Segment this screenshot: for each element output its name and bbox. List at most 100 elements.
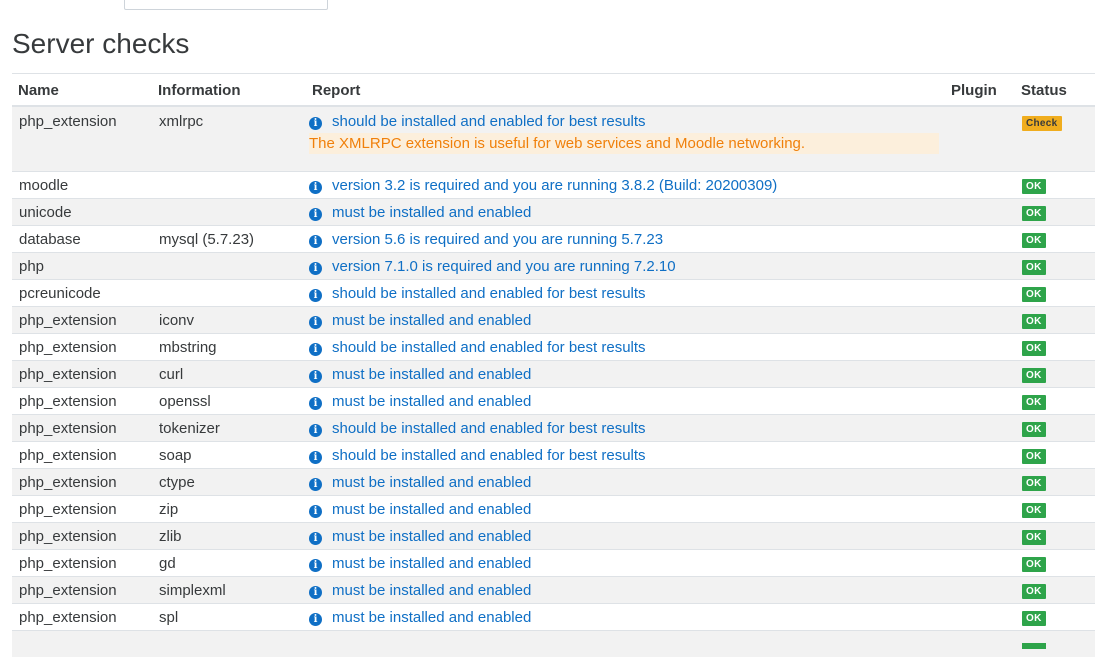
info-circle-icon[interactable]: i <box>309 289 322 302</box>
report-link[interactable]: must be installed and enabled <box>332 204 531 221</box>
cell-name: php_extension <box>12 361 152 388</box>
cell-plugin <box>945 388 1015 415</box>
info-circle-icon[interactable]: i <box>309 532 322 545</box>
cell-name: php_extension <box>12 550 152 577</box>
info-circle-icon[interactable]: i <box>309 117 322 130</box>
info-circle-icon[interactable]: i <box>309 451 322 464</box>
cell-plugin <box>945 226 1015 253</box>
status-badge: OK <box>1022 206 1046 221</box>
table-body: php_extensionxmlrpcishould be installed … <box>12 106 1095 657</box>
status-badge: OK <box>1022 260 1046 275</box>
cell-name: php_extension <box>12 442 152 469</box>
report-link[interactable]: should be installed and enabled for best… <box>332 420 646 437</box>
info-circle-icon[interactable]: i <box>309 343 322 356</box>
info-circle-icon[interactable]: i <box>309 370 322 383</box>
info-circle-icon[interactable]: i <box>309 586 322 599</box>
info-circle-icon[interactable]: i <box>309 397 322 410</box>
header-name: Name <box>12 74 152 107</box>
cell-plugin <box>945 334 1015 361</box>
report-link[interactable]: version 5.6 is required and you are runn… <box>332 231 663 248</box>
cell-status: OK <box>1015 172 1095 199</box>
table-row: php i version 7.1.0 is required and you ar… <box>12 253 1095 280</box>
report-link[interactable]: should be installed and enabled for best… <box>332 285 646 302</box>
status-badge: OK <box>1022 476 1046 491</box>
cell-status: OK <box>1015 199 1095 226</box>
table-row: php_extensiontokenizerishould be install… <box>12 415 1095 442</box>
report-link[interactable]: must be installed and enabled <box>332 555 531 572</box>
table-row: php_extensionzipimust be installed and e… <box>12 496 1095 523</box>
cell-name: moodle <box>12 172 152 199</box>
report-link[interactable]: version 3.2 is required and you are runn… <box>332 177 777 194</box>
report-link[interactable]: must be installed and enabled <box>332 582 531 599</box>
cell-name: php <box>12 253 152 280</box>
report-link[interactable]: must be installed and enabled <box>332 501 531 518</box>
status-badge: Check <box>1022 116 1062 131</box>
cell-status: OK <box>1015 253 1095 280</box>
cell-plugin <box>945 577 1015 604</box>
header-information: Information <box>152 74 302 107</box>
cell-name: php_extension <box>12 307 152 334</box>
info-circle-icon[interactable]: i <box>309 559 322 572</box>
cell-status: OK <box>1015 361 1095 388</box>
cell-report: i must be installed and enabled <box>302 577 945 604</box>
cell-name: pcreunicode <box>12 280 152 307</box>
status-badge-partial <box>1022 643 1046 649</box>
status-badge: OK <box>1022 611 1046 626</box>
cell-name: unicode <box>12 199 152 226</box>
server-checks-table: Name Information Report Plugin Status ph… <box>12 73 1095 657</box>
status-badge: OK <box>1022 584 1046 599</box>
report-link[interactable]: should be installed and enabled for best… <box>332 339 646 356</box>
table-row: unicode i must be installed and enabled OK <box>12 199 1095 226</box>
status-badge: OK <box>1022 449 1046 464</box>
cell-report: i should be installed and enabled for bes… <box>302 442 945 469</box>
info-circle-icon[interactable]: i <box>309 208 322 221</box>
cell-partial <box>1015 631 1095 657</box>
report-link[interactable]: must be installed and enabled <box>332 609 531 626</box>
info-circle-icon[interactable]: i <box>309 424 322 437</box>
cell-name: php_extension <box>12 334 152 361</box>
top-select[interactable] <box>124 0 328 10</box>
cell-status: OK <box>1015 523 1095 550</box>
cell-status: OK <box>1015 388 1095 415</box>
header-report: Report <box>302 74 945 107</box>
cell-report: i should be installed and enabled for bes… <box>302 415 945 442</box>
status-badge: OK <box>1022 368 1046 383</box>
report-link[interactable]: must be installed and enabled <box>332 312 531 329</box>
table-row: php_extensioncurlimust be installed and … <box>12 361 1095 388</box>
cell-plugin <box>945 361 1015 388</box>
cell-report: i must be installed and enabled <box>302 361 945 388</box>
info-circle-icon[interactable]: i <box>309 316 322 329</box>
cell-status: OK <box>1015 334 1095 361</box>
cell-name: php_extension <box>12 388 152 415</box>
table-row: php_extensionxmlrpcishould be installed … <box>12 106 1095 172</box>
cell-plugin <box>945 280 1015 307</box>
info-circle-icon[interactable]: i <box>309 505 322 518</box>
report-link[interactable]: must be installed and enabled <box>332 366 531 383</box>
cell-name: php_extension <box>12 469 152 496</box>
report-link[interactable]: must be installed and enabled <box>332 528 531 545</box>
cell-status: OK <box>1015 226 1095 253</box>
cell-name: php_extension <box>12 604 152 631</box>
header-plugin: Plugin <box>945 74 1015 107</box>
report-link[interactable]: version 7.1.0 is required and you are ru… <box>332 258 676 275</box>
cell-information: tokenizer <box>152 415 302 442</box>
info-circle-icon[interactable]: i <box>309 181 322 194</box>
status-badge: OK <box>1022 530 1046 545</box>
cell-information: spl <box>152 604 302 631</box>
status-badge: OK <box>1022 179 1046 194</box>
cell-information: zip <box>152 496 302 523</box>
cell-information: soap <box>152 442 302 469</box>
cell-status: OK <box>1015 442 1095 469</box>
table-row: moodle i version 3.2 is required and you a… <box>12 172 1095 199</box>
info-circle-icon[interactable]: i <box>309 235 322 248</box>
report-link[interactable]: should be installed and enabled for best… <box>332 447 646 464</box>
report-link[interactable]: must be installed and enabled <box>332 474 531 491</box>
cell-report: i should be installed and enabled for bes… <box>302 334 945 361</box>
info-circle-icon[interactable]: i <box>309 262 322 275</box>
info-circle-icon[interactable]: i <box>309 478 322 491</box>
report-link[interactable]: should be installed and enabled for best… <box>332 113 646 130</box>
info-circle-icon[interactable]: i <box>309 613 322 626</box>
report-link[interactable]: must be installed and enabled <box>332 393 531 410</box>
cell-report: i should be installed and enabled for bes… <box>302 106 945 172</box>
cell-partial <box>302 631 945 657</box>
